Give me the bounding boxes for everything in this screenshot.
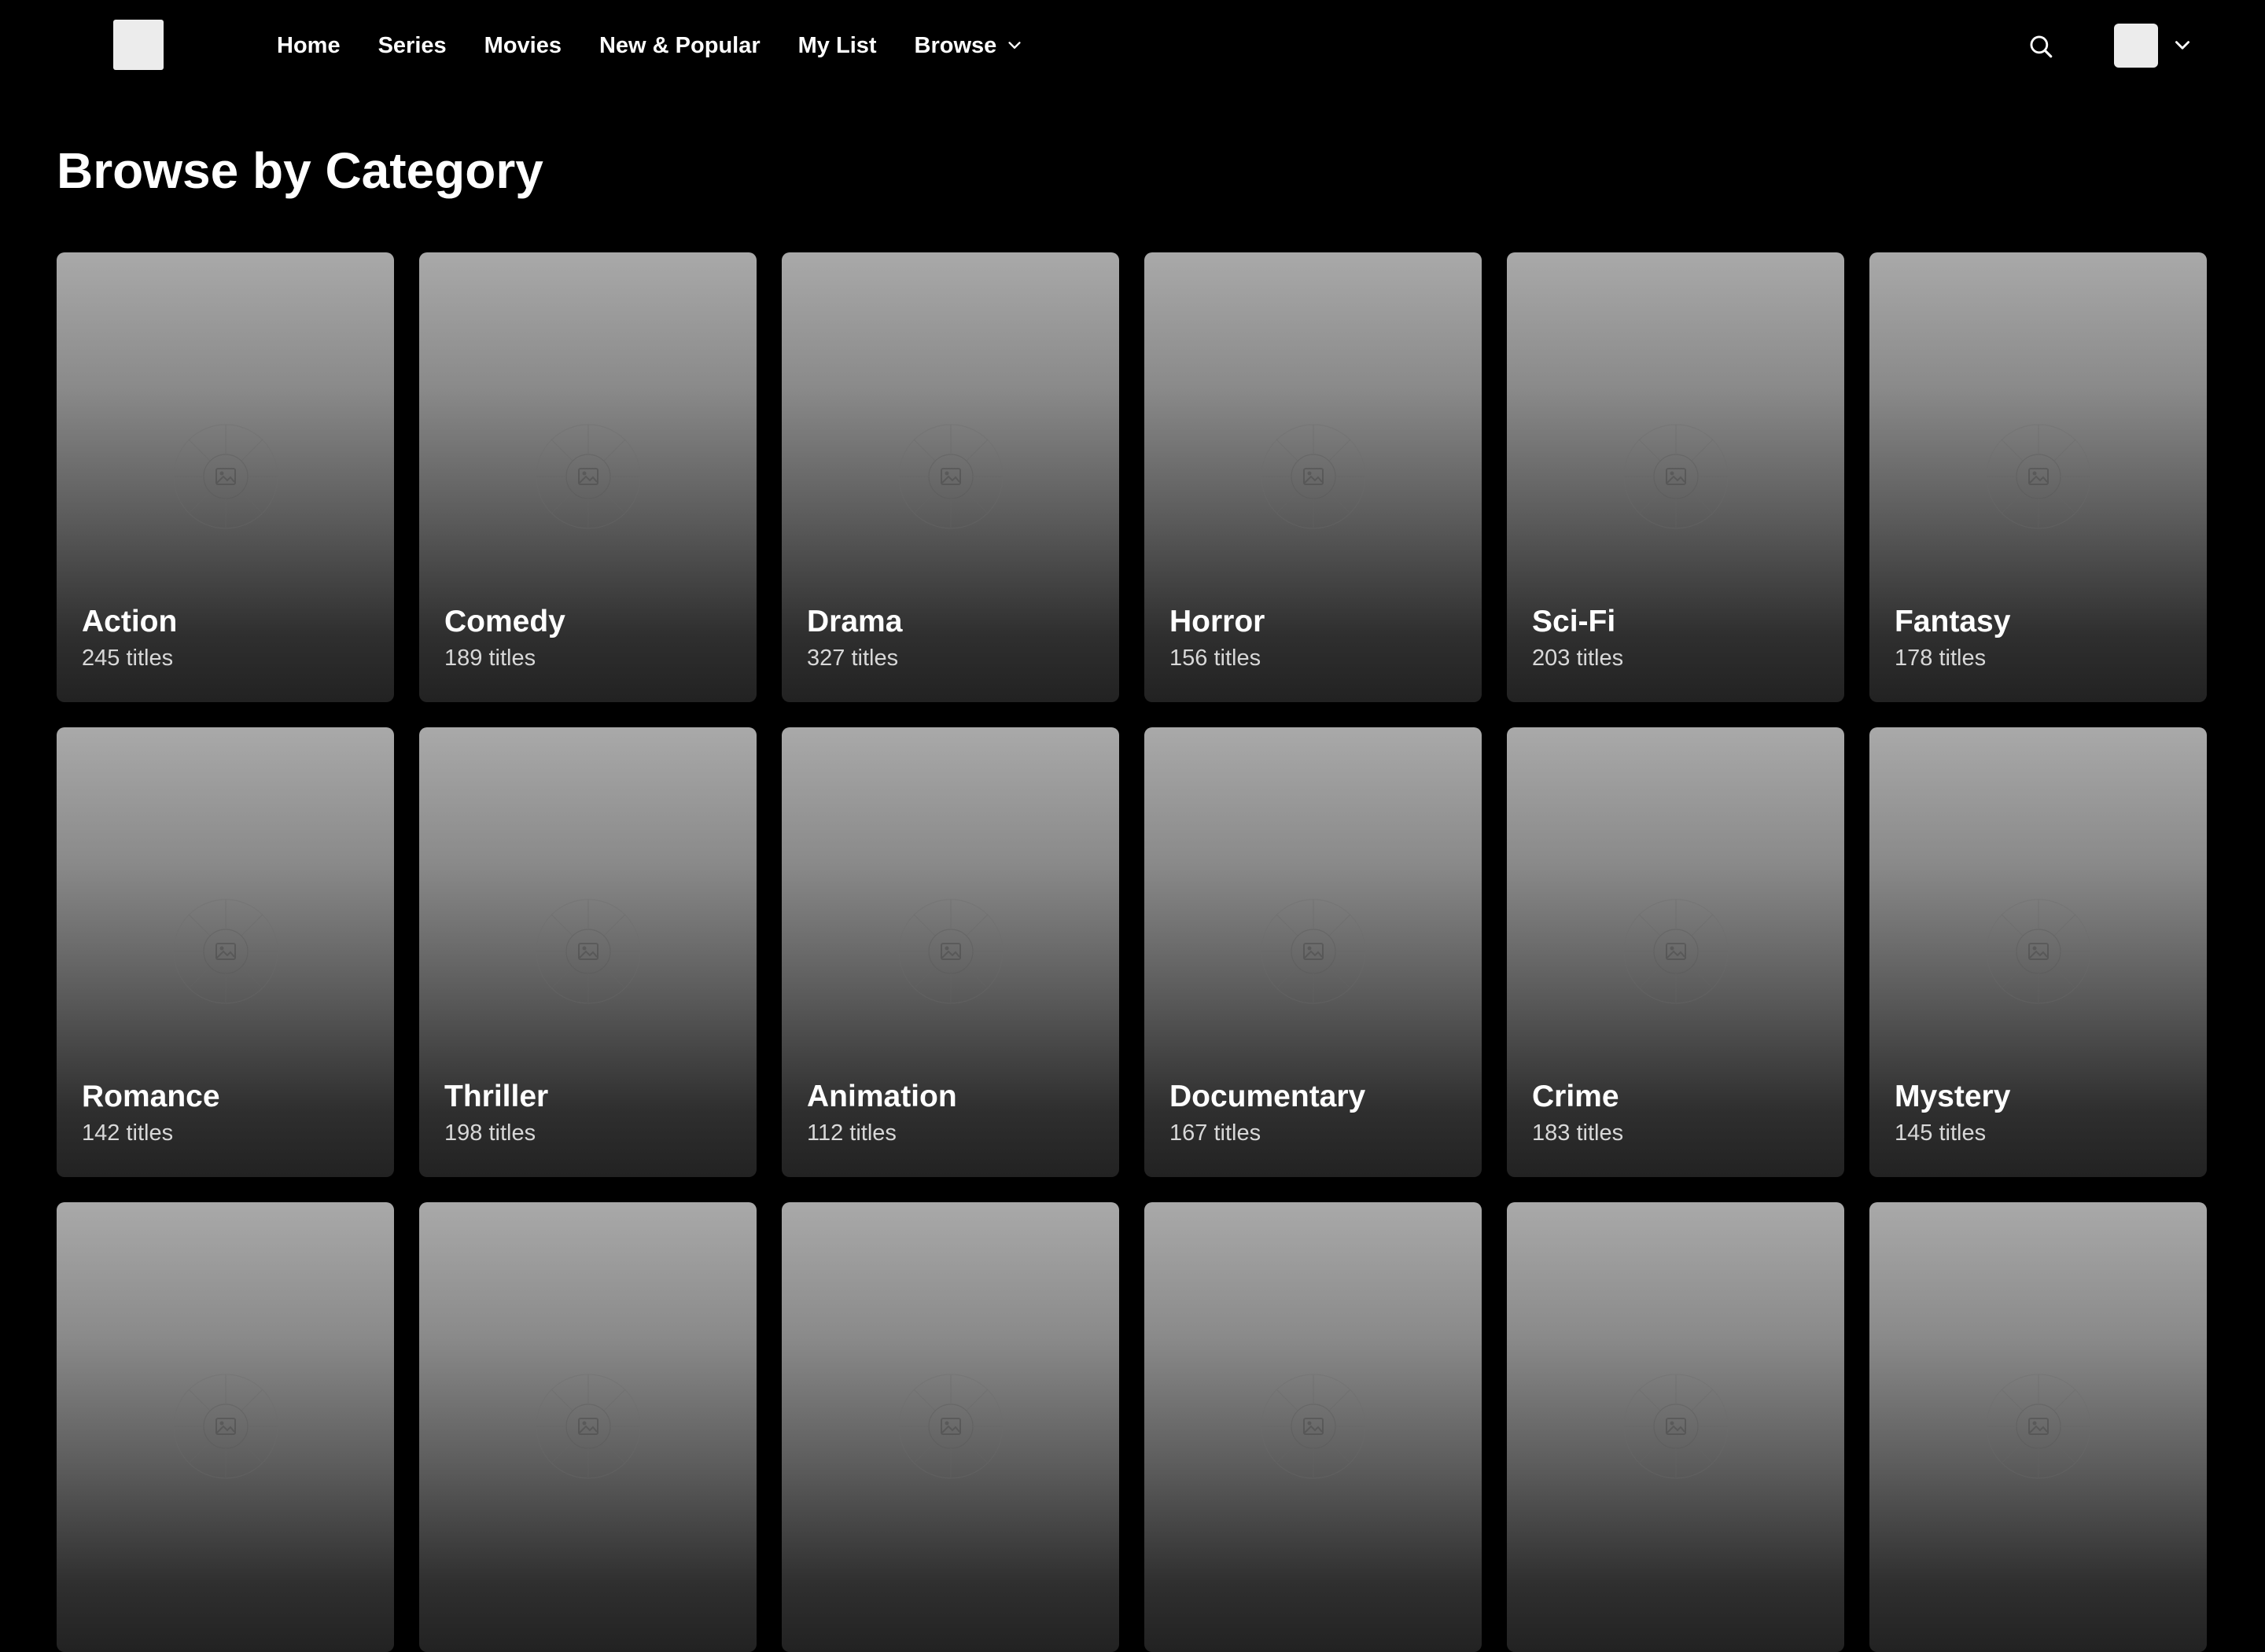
category-card-action[interactable]: Action 245 titles xyxy=(57,252,394,702)
image-placeholder-icon xyxy=(172,424,278,529)
category-title-count: 189 titles xyxy=(444,646,536,671)
category-name: Documentary xyxy=(1169,1080,1366,1113)
category-card-item-14[interactable] xyxy=(782,1202,1119,1652)
image-placeholder-icon xyxy=(172,899,278,1004)
logo[interactable] xyxy=(113,20,164,70)
category-title-count: 145 titles xyxy=(1895,1120,1987,1146)
category-grid: Action 245 titles Comedy 189 titles Dram… xyxy=(57,252,2208,1652)
nav-movies[interactable]: Movies xyxy=(484,33,562,59)
category-name: Mystery xyxy=(1895,1080,2011,1113)
image-placeholder-icon xyxy=(1985,424,2091,529)
nav-movies-label: Movies xyxy=(484,32,562,58)
category-name: Thriller xyxy=(444,1080,549,1113)
category-name: Drama xyxy=(807,605,903,638)
category-card-comedy[interactable]: Comedy 189 titles xyxy=(419,252,757,702)
search-icon[interactable] xyxy=(2027,33,2054,60)
nav-home[interactable]: Home xyxy=(277,33,341,59)
nav-series-label: Series xyxy=(378,32,447,58)
category-title-count: 245 titles xyxy=(82,646,174,671)
category-name: Romance xyxy=(82,1080,220,1113)
nav-new-popular-label: New & Popular xyxy=(598,32,761,58)
category-name: Animation xyxy=(807,1080,957,1113)
category-title-count: 198 titles xyxy=(444,1120,536,1146)
category-card-fantasy[interactable]: Fantasy 178 titles xyxy=(1869,252,2207,702)
category-card-animation[interactable]: Animation 112 titles xyxy=(782,727,1119,1177)
category-title-count: 203 titles xyxy=(1532,646,1624,671)
image-placeholder-icon xyxy=(1622,1374,1729,1479)
image-placeholder-icon xyxy=(897,1374,1004,1479)
category-card-item-13[interactable] xyxy=(419,1202,757,1652)
nav-browse-label: Browse xyxy=(914,32,997,58)
image-placeholder-icon xyxy=(535,424,641,529)
category-card-romance[interactable]: Romance 142 titles xyxy=(57,727,394,1177)
image-placeholder-icon xyxy=(1622,424,1729,529)
category-title-count: 183 titles xyxy=(1532,1120,1624,1146)
nav-new-popular[interactable]: New & Popular xyxy=(599,33,761,59)
category-name: Horror xyxy=(1169,605,1265,638)
profile-chevron-down-icon[interactable] xyxy=(2172,35,2193,56)
chevron-down-icon xyxy=(1008,42,1021,49)
image-placeholder-icon xyxy=(897,899,1004,1004)
image-placeholder-icon xyxy=(535,1374,641,1479)
category-name: Action xyxy=(82,605,178,638)
image-placeholder-icon xyxy=(1622,899,1729,1004)
category-name: Sci-Fi xyxy=(1532,605,1616,638)
category-card-item-15[interactable] xyxy=(1144,1202,1482,1652)
category-card-item-12[interactable] xyxy=(57,1202,394,1652)
nav-browse-dropdown[interactable]: Browse xyxy=(915,33,1024,59)
category-card-drama[interactable]: Drama 327 titles xyxy=(782,252,1119,702)
category-card-horror[interactable]: Horror 156 titles xyxy=(1144,252,1482,702)
nav-my-list[interactable]: My List xyxy=(798,33,877,59)
profile-avatar[interactable] xyxy=(2114,24,2158,68)
category-title-count: 112 titles xyxy=(807,1120,897,1146)
nav-my-list-label: My List xyxy=(797,32,877,58)
image-placeholder-icon xyxy=(1985,1374,2091,1479)
category-title-count: 327 titles xyxy=(807,646,899,671)
image-placeholder-icon xyxy=(1260,1374,1366,1479)
nav-home-label: Home xyxy=(277,32,341,58)
image-placeholder-icon xyxy=(535,899,641,1004)
category-name: Comedy xyxy=(444,605,565,638)
category-card-crime[interactable]: Crime 183 titles xyxy=(1507,727,1844,1177)
category-title-count: 142 titles xyxy=(82,1120,174,1146)
category-name: Crime xyxy=(1532,1080,1619,1113)
image-placeholder-icon xyxy=(1260,899,1366,1004)
category-card-mystery[interactable]: Mystery 145 titles xyxy=(1869,727,2207,1177)
category-card-documentary[interactable]: Documentary 167 titles xyxy=(1144,727,1482,1177)
category-card-thriller[interactable]: Thriller 198 titles xyxy=(419,727,757,1177)
image-placeholder-icon xyxy=(897,424,1004,529)
image-placeholder-icon xyxy=(1985,899,2091,1004)
category-title-count: 167 titles xyxy=(1169,1120,1261,1146)
top-navigation: Home Series Movies New & Popular My List… xyxy=(0,0,2265,91)
category-card-sci-fi[interactable]: Sci-Fi 203 titles xyxy=(1507,252,1844,702)
nav-links: Home Series Movies New & Popular My List… xyxy=(277,0,1061,91)
category-name: Fantasy xyxy=(1895,605,2011,638)
category-card-item-17[interactable] xyxy=(1869,1202,2207,1652)
image-placeholder-icon xyxy=(172,1374,278,1479)
category-card-item-16[interactable] xyxy=(1507,1202,1844,1652)
nav-series[interactable]: Series xyxy=(378,33,447,59)
page-title: Browse by Category xyxy=(57,142,543,199)
category-title-count: 156 titles xyxy=(1169,646,1261,671)
image-placeholder-icon xyxy=(1260,424,1366,529)
category-title-count: 178 titles xyxy=(1895,646,1987,671)
